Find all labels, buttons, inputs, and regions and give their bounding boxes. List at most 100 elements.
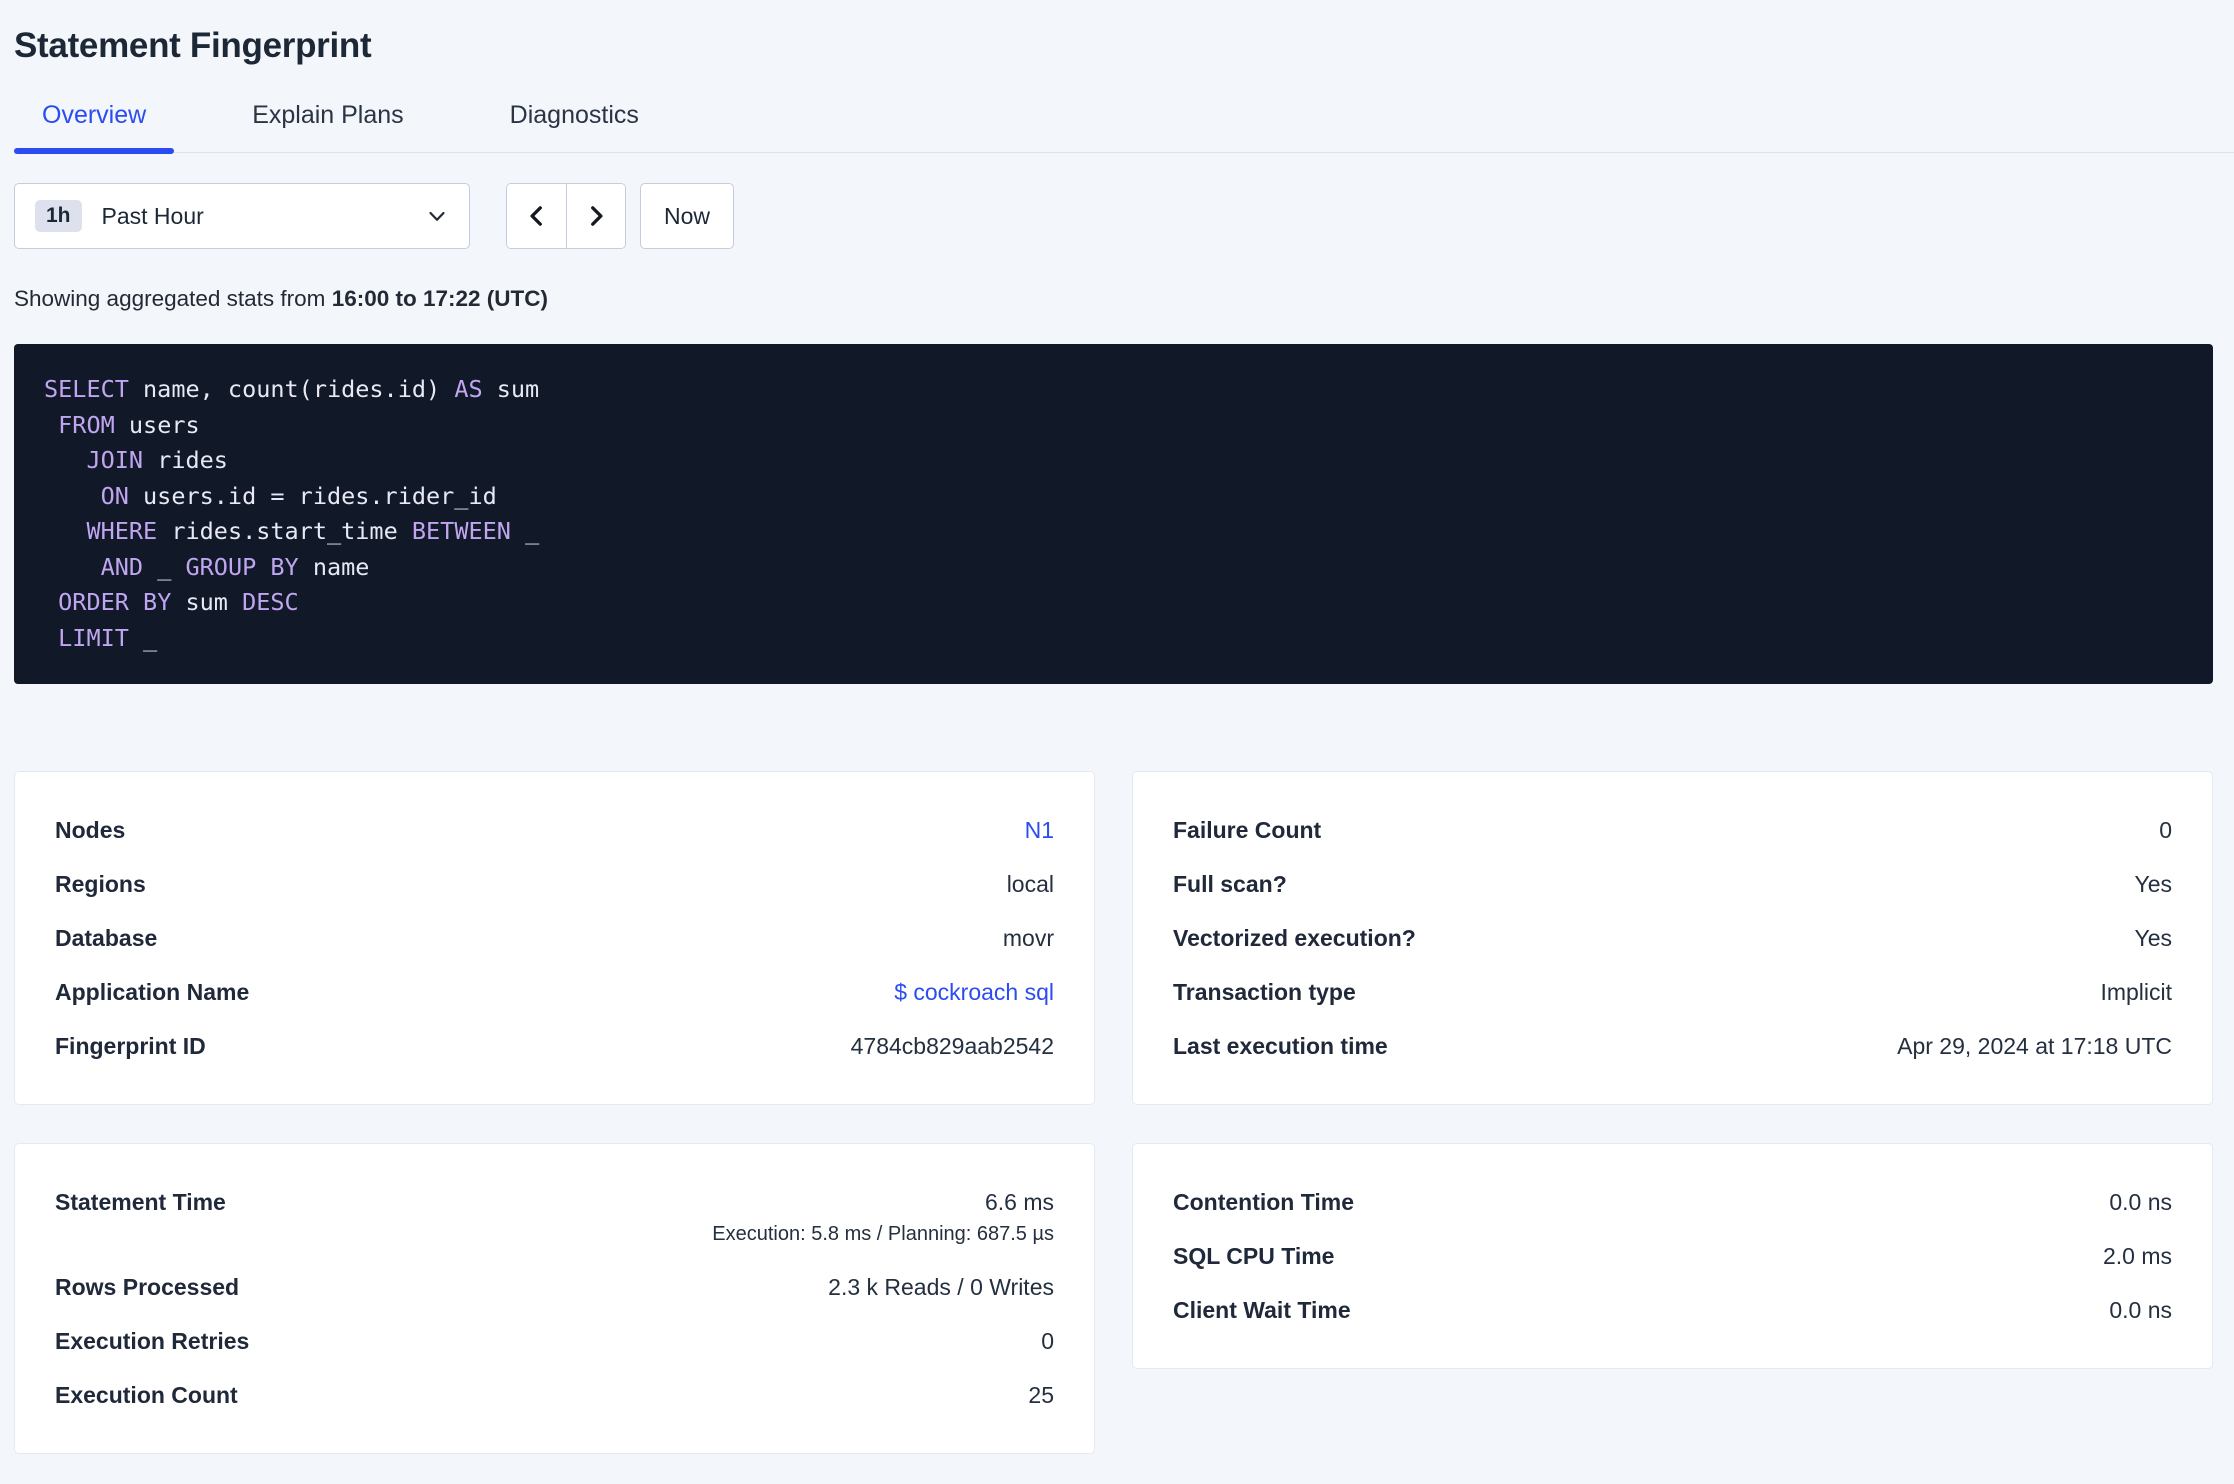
stat-label: Statement Time [55, 1189, 226, 1215]
stat-label: Execution Retries [55, 1328, 250, 1354]
stat-value: 0.0 ns [2109, 1189, 2172, 1215]
stat-value-wrap: 0 [2159, 816, 2172, 844]
stat-row: Database movr [55, 924, 1054, 952]
stat-value: 6.6 ms [984, 1189, 1054, 1215]
stat-label: Regions [55, 871, 146, 897]
stat-row: Statement Time 6.6 ms Execution: 5.8 ms / … [55, 1188, 1054, 1247]
aggregated-stats-range: 16:00 to 17:22 (UTC) [331, 286, 548, 311]
stat-value-wrap: movr [1003, 924, 1054, 952]
stat-value-wrap: 0.0 ns [2109, 1188, 2172, 1216]
stat-label: Full scan? [1173, 871, 1287, 897]
page-title: Statement Fingerprint [14, 26, 372, 65]
stat-value-wrap: 0.0 ns [2109, 1296, 2172, 1324]
stat-value-wrap: N1 [1025, 816, 1054, 844]
stat-label: Contention Time [1173, 1189, 1355, 1215]
details-card-right: Failure Count 0 Full scan? Yes Vectorized ex… [1132, 771, 2213, 1105]
chevron-down-icon [429, 211, 445, 221]
stat-label: Failure Count [1173, 817, 1322, 843]
stat-value-wrap: Yes [2134, 870, 2172, 898]
tab-diagnostics[interactable]: Diagnostics [482, 100, 667, 152]
sql-keyword: JOIN [86, 446, 144, 474]
stat-value: movr [1002, 925, 1054, 951]
time-range-label: Past Hour [101, 202, 204, 229]
stat-row: Client Wait Time 0.0 ns [1173, 1296, 2172, 1324]
stat-label: Fingerprint ID [55, 1033, 206, 1059]
next-time-button[interactable] [566, 184, 625, 248]
sql-text: rides [143, 446, 228, 474]
aggregated-stats-line: Showing aggregated stats from 16:00 to 1… [14, 286, 2213, 312]
summary-cards: Nodes N1 Regions local Database movr Applicati… [14, 771, 2213, 1454]
sql-line: FROM users [44, 408, 2183, 444]
stat-row: Application Name $ cockroach sql [55, 978, 1054, 1006]
stat-row: Transaction type Implicit [1173, 978, 2172, 1006]
stat-row: Execution Count 25 [55, 1381, 1054, 1409]
sql-keyword: ORDER BY [58, 588, 172, 616]
stat-value-wrap: Implicit [2100, 978, 2172, 1006]
stat-row: Regions local [55, 870, 1054, 898]
sql-statement-box: SELECT name, count(rides.id) AS sum FROM… [14, 344, 2213, 684]
stat-label: Client Wait Time [1173, 1297, 1351, 1323]
stat-value-wrap: 2.3 k Reads / 0 Writes [828, 1273, 1054, 1301]
stat-value-wrap: 25 [1028, 1381, 1054, 1409]
time-controls: 1h Past Hour Now [14, 183, 2213, 249]
time-range-picker[interactable]: 1h Past Hour [14, 183, 470, 249]
stat-row: Execution Retries 0 [55, 1327, 1054, 1355]
sql-line: ON users.id = rides.rider_id [44, 479, 2183, 515]
statement-fingerprint-page: Statement Fingerprint Overview Explain P… [0, 26, 2234, 1454]
stat-row: Rows Processed 2.3 k Reads / 0 Writes [55, 1273, 1054, 1301]
sql-text: users.id = rides.rider_id [128, 481, 497, 510]
prev-time-button[interactable] [507, 184, 566, 248]
stat-row: Full scan? Yes [1173, 870, 2172, 898]
stat-value-wrap: 0 [1041, 1327, 1054, 1355]
stat-value: 2.3 k Reads / 0 Writes [828, 1274, 1054, 1300]
tab-explain-plans[interactable]: Explain Plans [224, 100, 431, 152]
stat-label: Execution Count [55, 1382, 238, 1408]
stat-value: Implicit [2100, 979, 2172, 1005]
stat-row: SQL CPU Time 2.0 ms [1173, 1242, 2172, 1270]
sql-text: _ [510, 517, 540, 545]
stat-value-wrap: Apr 29, 2024 at 17:18 UTC [1897, 1032, 2172, 1060]
stat-label: SQL CPU Time [1173, 1243, 1335, 1269]
stat-value: Apr 29, 2024 at 17:18 UTC [1897, 1033, 2172, 1059]
stat-label: Vectorized execution? [1173, 925, 1416, 951]
sql-keyword: SELECT [44, 375, 129, 403]
stat-row: Last execution time Apr 29, 2024 at 17:18… [1173, 1032, 2172, 1060]
sql-line: WHERE rides.start_time BETWEEN _ [44, 514, 2183, 550]
now-button[interactable]: Now [640, 183, 734, 249]
time-step-buttons [506, 183, 626, 249]
sql-keyword: WHERE [86, 517, 158, 545]
stat-value-wrap: 2.0 ms [2103, 1242, 2172, 1270]
stat-value-wrap: 4784cb829aab2542 [851, 1032, 1054, 1060]
sql-line: SELECT name, count(rides.id) AS sum [44, 372, 2183, 408]
stat-value-link[interactable]: N1 [1025, 816, 1054, 844]
stat-value-wrap: $ cockroach sql [894, 978, 1054, 1006]
sql-keyword: ON [100, 481, 129, 510]
stat-value: 2.0 ms [2102, 1243, 2172, 1269]
stat-value: Yes [2134, 925, 2172, 951]
stat-value-link[interactable]: $ cockroach sql [894, 978, 1054, 1006]
stat-value-wrap: 6.6 ms Execution: 5.8 ms / Planning: 687.… [712, 1188, 1054, 1247]
stat-row: Contention Time 0.0 ns [1173, 1188, 2172, 1216]
tab-overview[interactable]: Overview [14, 100, 175, 154]
aggregated-stats-prefix: Showing aggregated stats from [14, 286, 332, 311]
stat-value: Yes [2134, 871, 2172, 897]
sql-text: name, count(rides.id) [128, 375, 455, 403]
stat-row: Vectorized execution? Yes [1173, 924, 2172, 952]
chevron-right-icon [591, 206, 603, 226]
sql-line: AND _ GROUP BY name [44, 550, 2183, 586]
stat-row: Nodes N1 [55, 816, 1054, 844]
stat-subvalue: Execution: 5.8 ms / Planning: 687.5 µs [712, 1223, 1054, 1245]
stat-value: local [1006, 871, 1054, 897]
sql-text: _ [143, 552, 186, 581]
stat-label: Rows Processed [55, 1274, 240, 1300]
sql-keyword: AND [100, 552, 144, 581]
sql-text: sum [482, 375, 540, 403]
timing-card-left: Statement Time 6.6 ms Execution: 5.8 ms / … [14, 1143, 1095, 1454]
stat-value-wrap: local [1007, 870, 1054, 898]
stat-row: Fingerprint ID 4784cb829aab2542 [55, 1032, 1054, 1060]
